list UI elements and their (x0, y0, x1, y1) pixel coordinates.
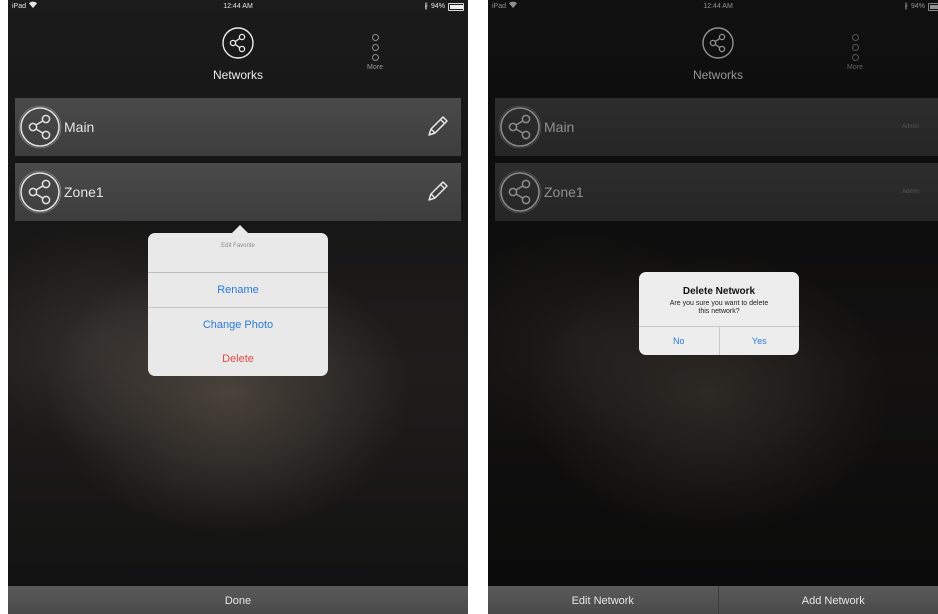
popover-title: Edit Favorite (148, 233, 328, 273)
bottom-toolbar: Edit Network Add Network (488, 586, 938, 614)
battery-icon (448, 3, 464, 11)
popover-arrow (232, 225, 248, 233)
status-time: 12:44 AM (223, 3, 253, 10)
share-network-icon (18, 170, 62, 214)
pencil-icon[interactable] (423, 113, 451, 141)
network-row-zone1[interactable]: Zone1 (15, 163, 461, 221)
change-photo-button[interactable]: Change Photo (148, 308, 328, 342)
status-bar: iPad 12:44 AM ∦ 94% (8, 0, 468, 14)
edit-network-button[interactable]: Edit Network (488, 586, 719, 614)
more-dot-icon (371, 44, 379, 51)
more-dot-icon (371, 54, 379, 61)
alert-title: Delete Network (682, 286, 756, 297)
pencil-icon[interactable] (423, 178, 451, 206)
share-network-icon (222, 27, 254, 59)
network-name: Zone1 (64, 184, 104, 200)
delete-button[interactable]: Delete (148, 342, 328, 376)
bluetooth-icon: ∦ (424, 3, 428, 10)
network-name: Main (64, 119, 95, 135)
share-network-icon (18, 105, 62, 149)
battery-fill (450, 5, 464, 9)
more-label: More (367, 64, 383, 71)
edit-favorite-popover: Edit Favorite Rename Change Photo Delete (148, 225, 328, 376)
no-button[interactable]: No (639, 327, 720, 355)
rename-button[interactable]: Rename (148, 273, 328, 308)
nav-title: Networks (212, 68, 263, 82)
alert-actions: No Yes (639, 326, 799, 355)
delete-network-alert: Delete Network Are you sure you want to … (639, 272, 799, 355)
status-right: ∦ 94% (424, 0, 464, 14)
screen-edit-favorite: iPad 12:44 AM ∦ 94% Networks More Main Z… (8, 0, 468, 614)
screen-delete-network: iPad 12:44 AM ∦ 94% Networks More Main A… (488, 0, 938, 614)
more-dot-icon (371, 34, 379, 41)
battery-percent: 94% (430, 3, 445, 10)
add-network-button[interactable]: Add Network (719, 586, 938, 614)
network-row-main[interactable]: Main (15, 98, 461, 156)
done-button[interactable]: Done (8, 586, 468, 614)
bottom-toolbar: Done (8, 586, 468, 614)
more-button[interactable]: More (360, 34, 390, 71)
yes-button[interactable]: Yes (720, 327, 800, 355)
networks-tab[interactable]: Networks (208, 26, 268, 82)
alert-message: Are you sure you want to delete this net… (669, 300, 769, 315)
